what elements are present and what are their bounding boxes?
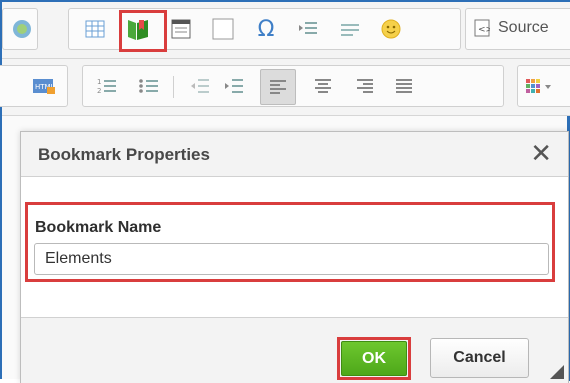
omega-icon[interactable]: Ω (249, 12, 283, 46)
align-center-icon[interactable] (306, 69, 340, 103)
align-left-icon[interactable] (260, 69, 296, 105)
numbered-list-icon[interactable]: 12 (90, 69, 124, 103)
svg-text:1: 1 (97, 78, 101, 86)
toolbar-row-1: Ω <> Source (2, 2, 570, 59)
indent-list-icon[interactable] (291, 12, 325, 46)
indent-icon[interactable] (217, 69, 251, 103)
table-icon[interactable] (78, 12, 112, 46)
dialog-footer: OK Cancel (21, 317, 568, 383)
close-icon[interactable]: ✕ (530, 140, 552, 166)
bookmark-button-highlight (119, 10, 167, 52)
blank-icon[interactable] (206, 12, 240, 46)
flash-icon[interactable]: HTML (27, 69, 61, 103)
image-icon[interactable] (5, 12, 39, 46)
toolbar-group-color (517, 65, 570, 107)
bookmark-name-input[interactable] (34, 243, 549, 275)
dialog-title: Bookmark Properties (38, 145, 210, 164)
bulleted-list-icon[interactable] (132, 69, 166, 103)
bookmark-properties-dialog: Bookmark Properties ✕ Bookmark Name OK C… (20, 131, 569, 383)
svg-text:2: 2 (97, 87, 101, 95)
svg-text:<>: <> (478, 25, 490, 35)
bookmark-name-label: Bookmark Name (35, 219, 162, 236)
horizontal-rule-icon[interactable] (333, 12, 367, 46)
toolbar-group-source: <> Source (465, 8, 570, 50)
source-label: Source (498, 19, 549, 36)
outdent-icon[interactable] (183, 69, 217, 103)
color-grid-icon[interactable] (522, 69, 556, 103)
toolbar-group-image (2, 8, 38, 50)
align-right-icon[interactable] (348, 69, 382, 103)
toolbar-separator (173, 76, 174, 98)
source-icon: <> (474, 19, 490, 37)
toolbar-row-2: HTML 12 (0, 59, 570, 116)
smiley-icon[interactable] (374, 12, 408, 46)
toolbar-group-paragraph: 12 (82, 65, 504, 107)
ok-button[interactable]: OK (341, 341, 407, 376)
template-icon[interactable] (164, 12, 198, 46)
source-button[interactable]: <> Source (474, 19, 549, 37)
cancel-button[interactable]: Cancel (430, 338, 529, 378)
resize-handle[interactable] (550, 365, 564, 379)
dialog-header: Bookmark Properties ✕ (21, 132, 568, 177)
justify-icon[interactable] (387, 69, 421, 103)
toolbar-group-media: HTML (0, 65, 68, 107)
